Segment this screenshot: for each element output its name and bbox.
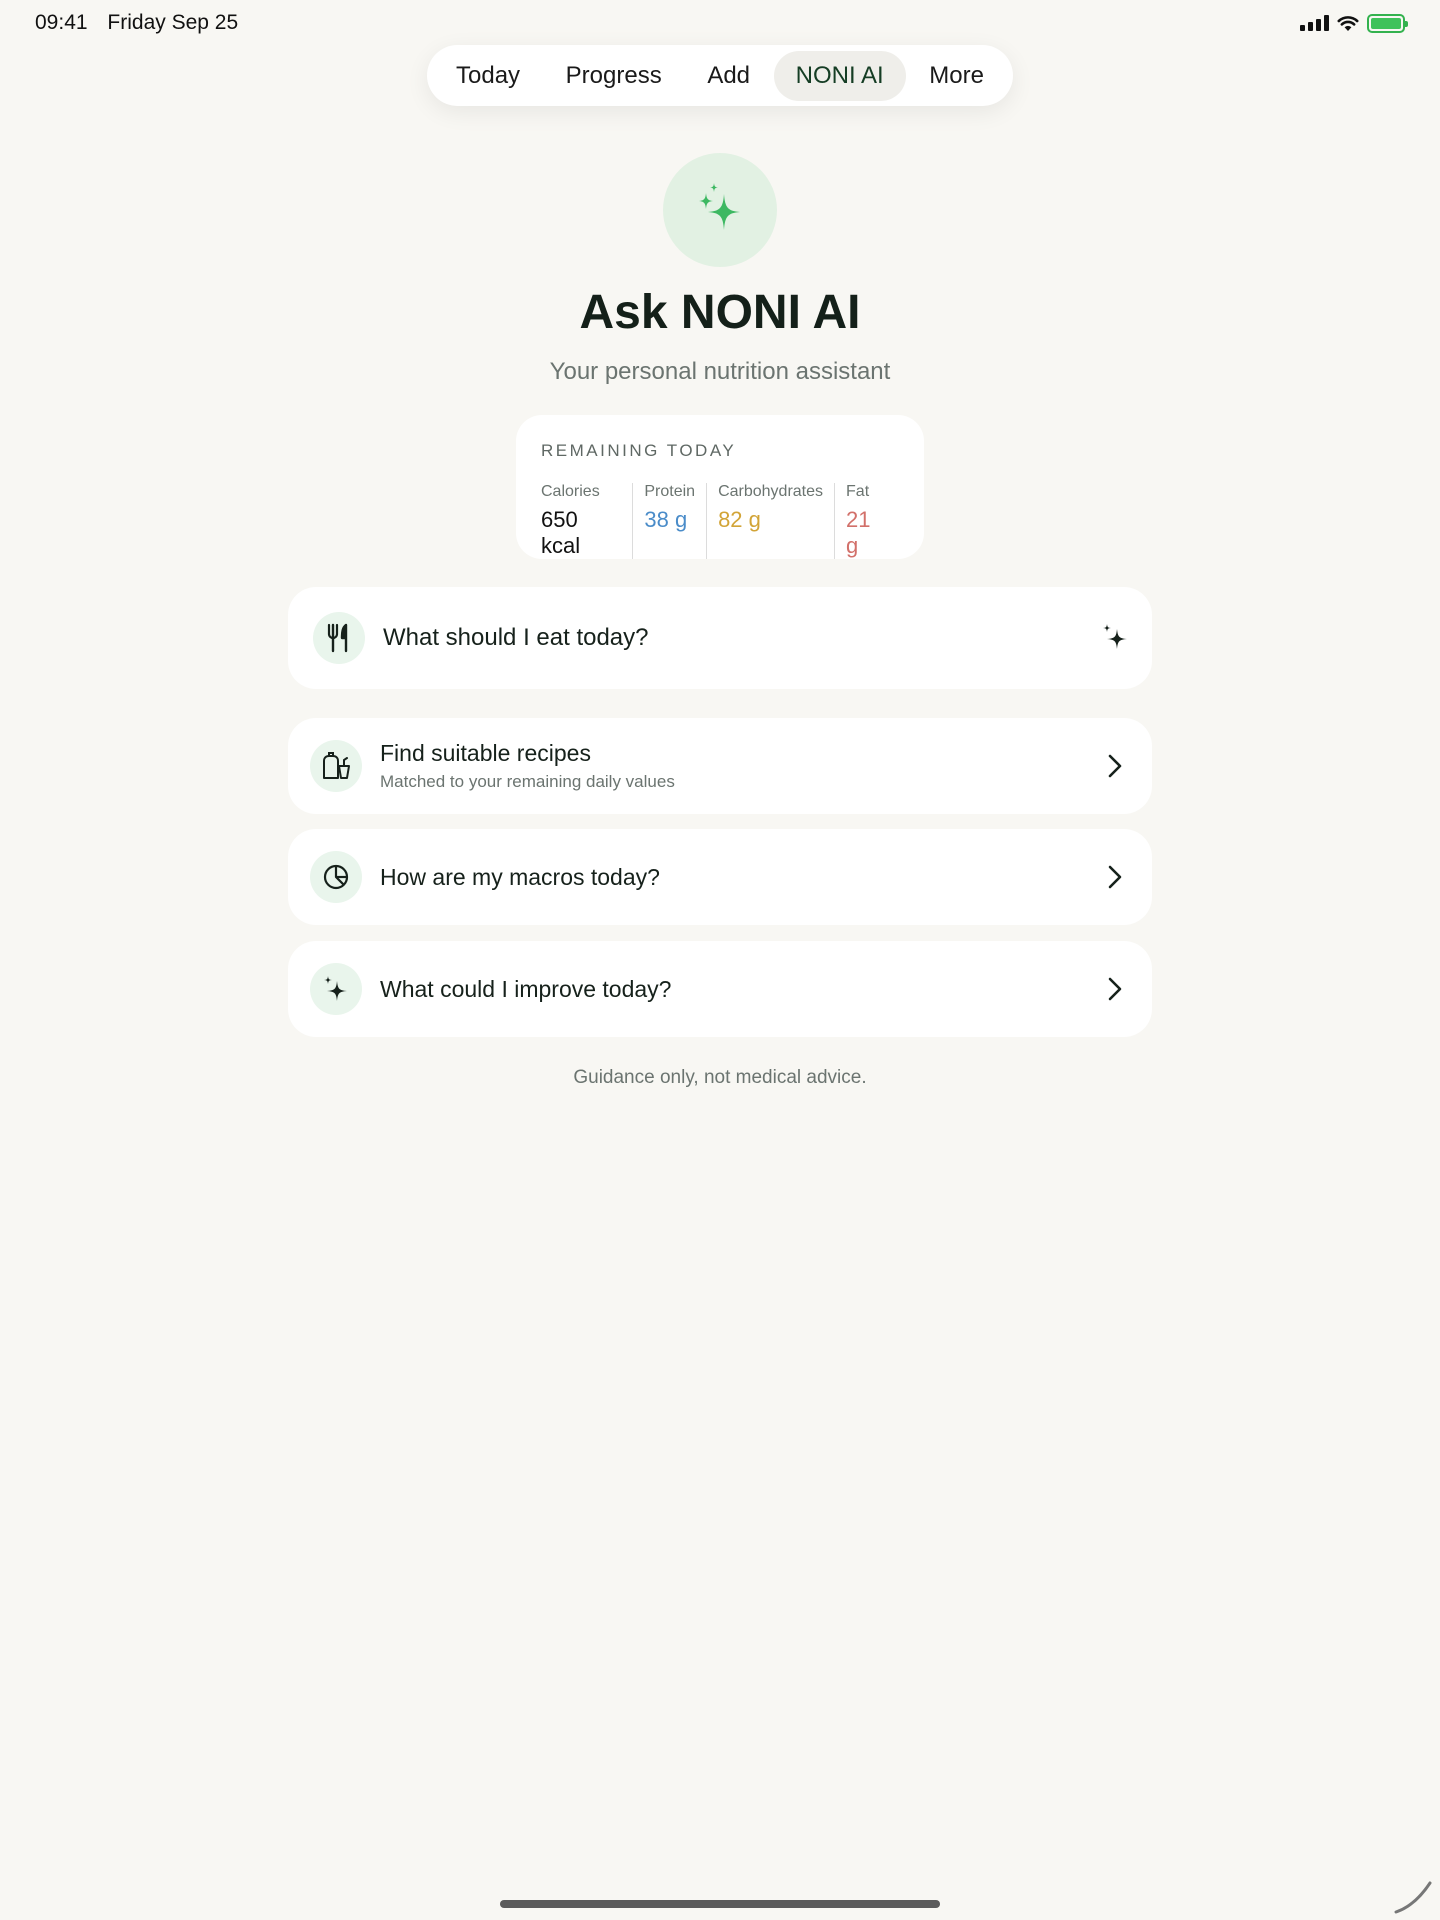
macro-fat: Fat 21 g: [834, 483, 899, 559]
card-text: How are my macros today?: [380, 864, 1100, 891]
remaining-title: REMAINING TODAY: [541, 441, 737, 460]
card-trailing: [1100, 864, 1130, 890]
macro-label: Calories: [541, 483, 600, 500]
status-bar: 09:41 Friday Sep 25: [35, 10, 1408, 36]
hero-icon-circle: [663, 153, 777, 267]
macros-today-button[interactable]: How are my macros today?: [288, 829, 1152, 925]
chevron-right-icon: [1108, 865, 1122, 889]
macro-row: Calories 650 kcal Protein 38 g Carbohydr…: [541, 483, 899, 559]
macro-label: Carbohydrates: [718, 483, 824, 500]
page-subtitle: Your personal nutrition assistant: [549, 358, 891, 385]
macro-value: 38 g: [644, 507, 688, 532]
remaining-today-card: REMAINING TODAY Calories 650 kcal Protei…: [516, 415, 924, 559]
chevron-right-icon: [1108, 977, 1122, 1001]
card-trailing: [1100, 623, 1130, 653]
ask-eat-today-button[interactable]: What should I eat today?: [288, 587, 1152, 689]
macro-label: Protein: [644, 483, 696, 500]
disclaimer-text: Guidance only, not medical advice.: [573, 1067, 867, 1088]
page-title: Ask NONI AI: [579, 286, 861, 339]
sparkle-icon: [324, 976, 347, 1001]
status-date: Friday Sep 25: [107, 11, 239, 34]
tab-more[interactable]: More: [907, 51, 1006, 101]
wifi-icon: [1337, 15, 1359, 31]
sparkle-icon: [1103, 624, 1127, 649]
fork-knife-icon: [327, 623, 348, 653]
card-title: What could I improve today?: [380, 975, 672, 1002]
card-text: Find suitable recipes Matched to your re…: [380, 740, 1100, 792]
pencil-stroke-icon: [1394, 1881, 1432, 1914]
find-recipes-button[interactable]: Find suitable recipes Matched to your re…: [288, 718, 1152, 814]
status-time: 09:41: [35, 11, 88, 34]
macro-carbohydrates: Carbohydrates 82 g: [706, 483, 834, 559]
card-trailing: [1100, 753, 1130, 779]
top-tab-bar: Today Progress Add NONI AI More: [427, 45, 1013, 106]
status-right: [1300, 13, 1408, 33]
chevron-right-icon: [1108, 754, 1122, 778]
macro-value: 21 g: [846, 507, 871, 558]
sparkles-icon: [699, 183, 740, 230]
card-title: Find suitable recipes: [380, 740, 591, 766]
card-icon-circle: [310, 740, 362, 792]
macro-label: Fat: [846, 483, 870, 500]
tab-noni-ai[interactable]: NONI AI: [773, 50, 906, 101]
tab-progress[interactable]: Progress: [544, 51, 684, 101]
noni-ai-screen: 09:41 Friday Sep 25 Today Progress Add N…: [0, 0, 1440, 1920]
signal-icon: [1300, 15, 1329, 31]
macro-calories: Calories 650 kcal: [541, 483, 632, 559]
macro-protein: Protein 38 g: [632, 483, 706, 559]
card-title: What should I eat today?: [383, 624, 649, 651]
card-trailing: [1100, 976, 1130, 1002]
tab-add[interactable]: Add: [685, 51, 772, 101]
card-icon-circle: [313, 612, 365, 664]
home-indicator[interactable]: [500, 1900, 940, 1908]
tab-today[interactable]: Today: [434, 51, 542, 101]
status-left: 09:41 Friday Sep 25: [35, 11, 252, 35]
recipe-icon: [323, 752, 350, 779]
card-icon-circle: [310, 963, 362, 1015]
pie-chart-icon: [323, 864, 349, 890]
card-text: What could I improve today?: [380, 976, 1100, 1003]
card-subtitle: Matched to your remaining daily values: [380, 772, 675, 791]
battery-charging-icon: [1367, 13, 1408, 33]
macro-value: 82 g: [718, 507, 761, 532]
card-text: What should I eat today?: [383, 624, 1100, 652]
improve-today-button[interactable]: What could I improve today?: [288, 941, 1152, 1037]
macro-value: 650 kcal: [541, 507, 581, 558]
card-icon-circle: [310, 851, 362, 903]
card-title: How are my macros today?: [380, 863, 660, 890]
